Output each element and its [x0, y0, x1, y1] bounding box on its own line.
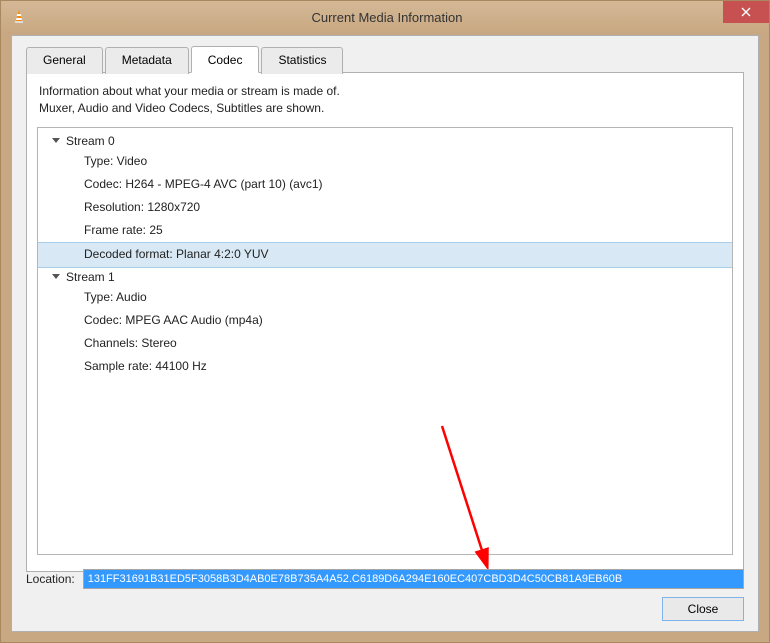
- location-input[interactable]: [83, 569, 744, 589]
- tree-row-selected[interactable]: Decoded format: Planar 4:2:0 YUV: [38, 242, 732, 267]
- tree-row[interactable]: Sample rate: 44100 Hz: [38, 355, 732, 378]
- panel-description: Information about what your media or str…: [39, 83, 733, 117]
- location-row: Location:: [26, 569, 744, 589]
- media-info-window: Current Media Information General Metada…: [0, 0, 770, 643]
- stream-1-name: Stream 1: [66, 270, 115, 284]
- tree-row[interactable]: Codec: H264 - MPEG-4 AVC (part 10) (avc1…: [38, 173, 732, 196]
- close-icon: [741, 7, 751, 17]
- tree-row[interactable]: Type: Audio: [38, 286, 732, 309]
- tab-general[interactable]: General: [26, 47, 103, 74]
- disclosure-triangle-icon[interactable]: [52, 274, 60, 279]
- codec-panel: Information about what your media or str…: [26, 72, 744, 572]
- tree-row[interactable]: Resolution: 1280x720: [38, 196, 732, 219]
- tab-statistics[interactable]: Statistics: [261, 47, 343, 74]
- titlebar[interactable]: Current Media Information: [1, 1, 769, 33]
- tab-metadata[interactable]: Metadata: [105, 47, 189, 74]
- tree-row[interactable]: Channels: Stereo: [38, 332, 732, 355]
- disclosure-triangle-icon[interactable]: [52, 138, 60, 143]
- tab-codec[interactable]: Codec: [191, 46, 260, 73]
- close-button[interactable]: Close: [662, 597, 744, 621]
- tree-row[interactable]: Type: Video: [38, 150, 732, 173]
- codec-tree[interactable]: Stream 0 Type: Video Codec: H264 - MPEG-…: [37, 127, 733, 555]
- tab-bar: General Metadata Codec Statistics: [26, 46, 744, 73]
- tree-row[interactable]: Frame rate: 25: [38, 219, 732, 242]
- stream-1-header[interactable]: Stream 1: [38, 268, 732, 286]
- tree-row[interactable]: Codec: MPEG AAC Audio (mp4a): [38, 309, 732, 332]
- stream-0-name: Stream 0: [66, 134, 115, 148]
- location-label: Location:: [26, 572, 75, 586]
- dialog-buttons: Close: [662, 597, 744, 621]
- window-close-button[interactable]: [723, 1, 769, 23]
- content-area: General Metadata Codec Statistics Inform…: [11, 35, 759, 632]
- window-title: Current Media Information: [5, 10, 769, 25]
- stream-0-header[interactable]: Stream 0: [38, 132, 732, 150]
